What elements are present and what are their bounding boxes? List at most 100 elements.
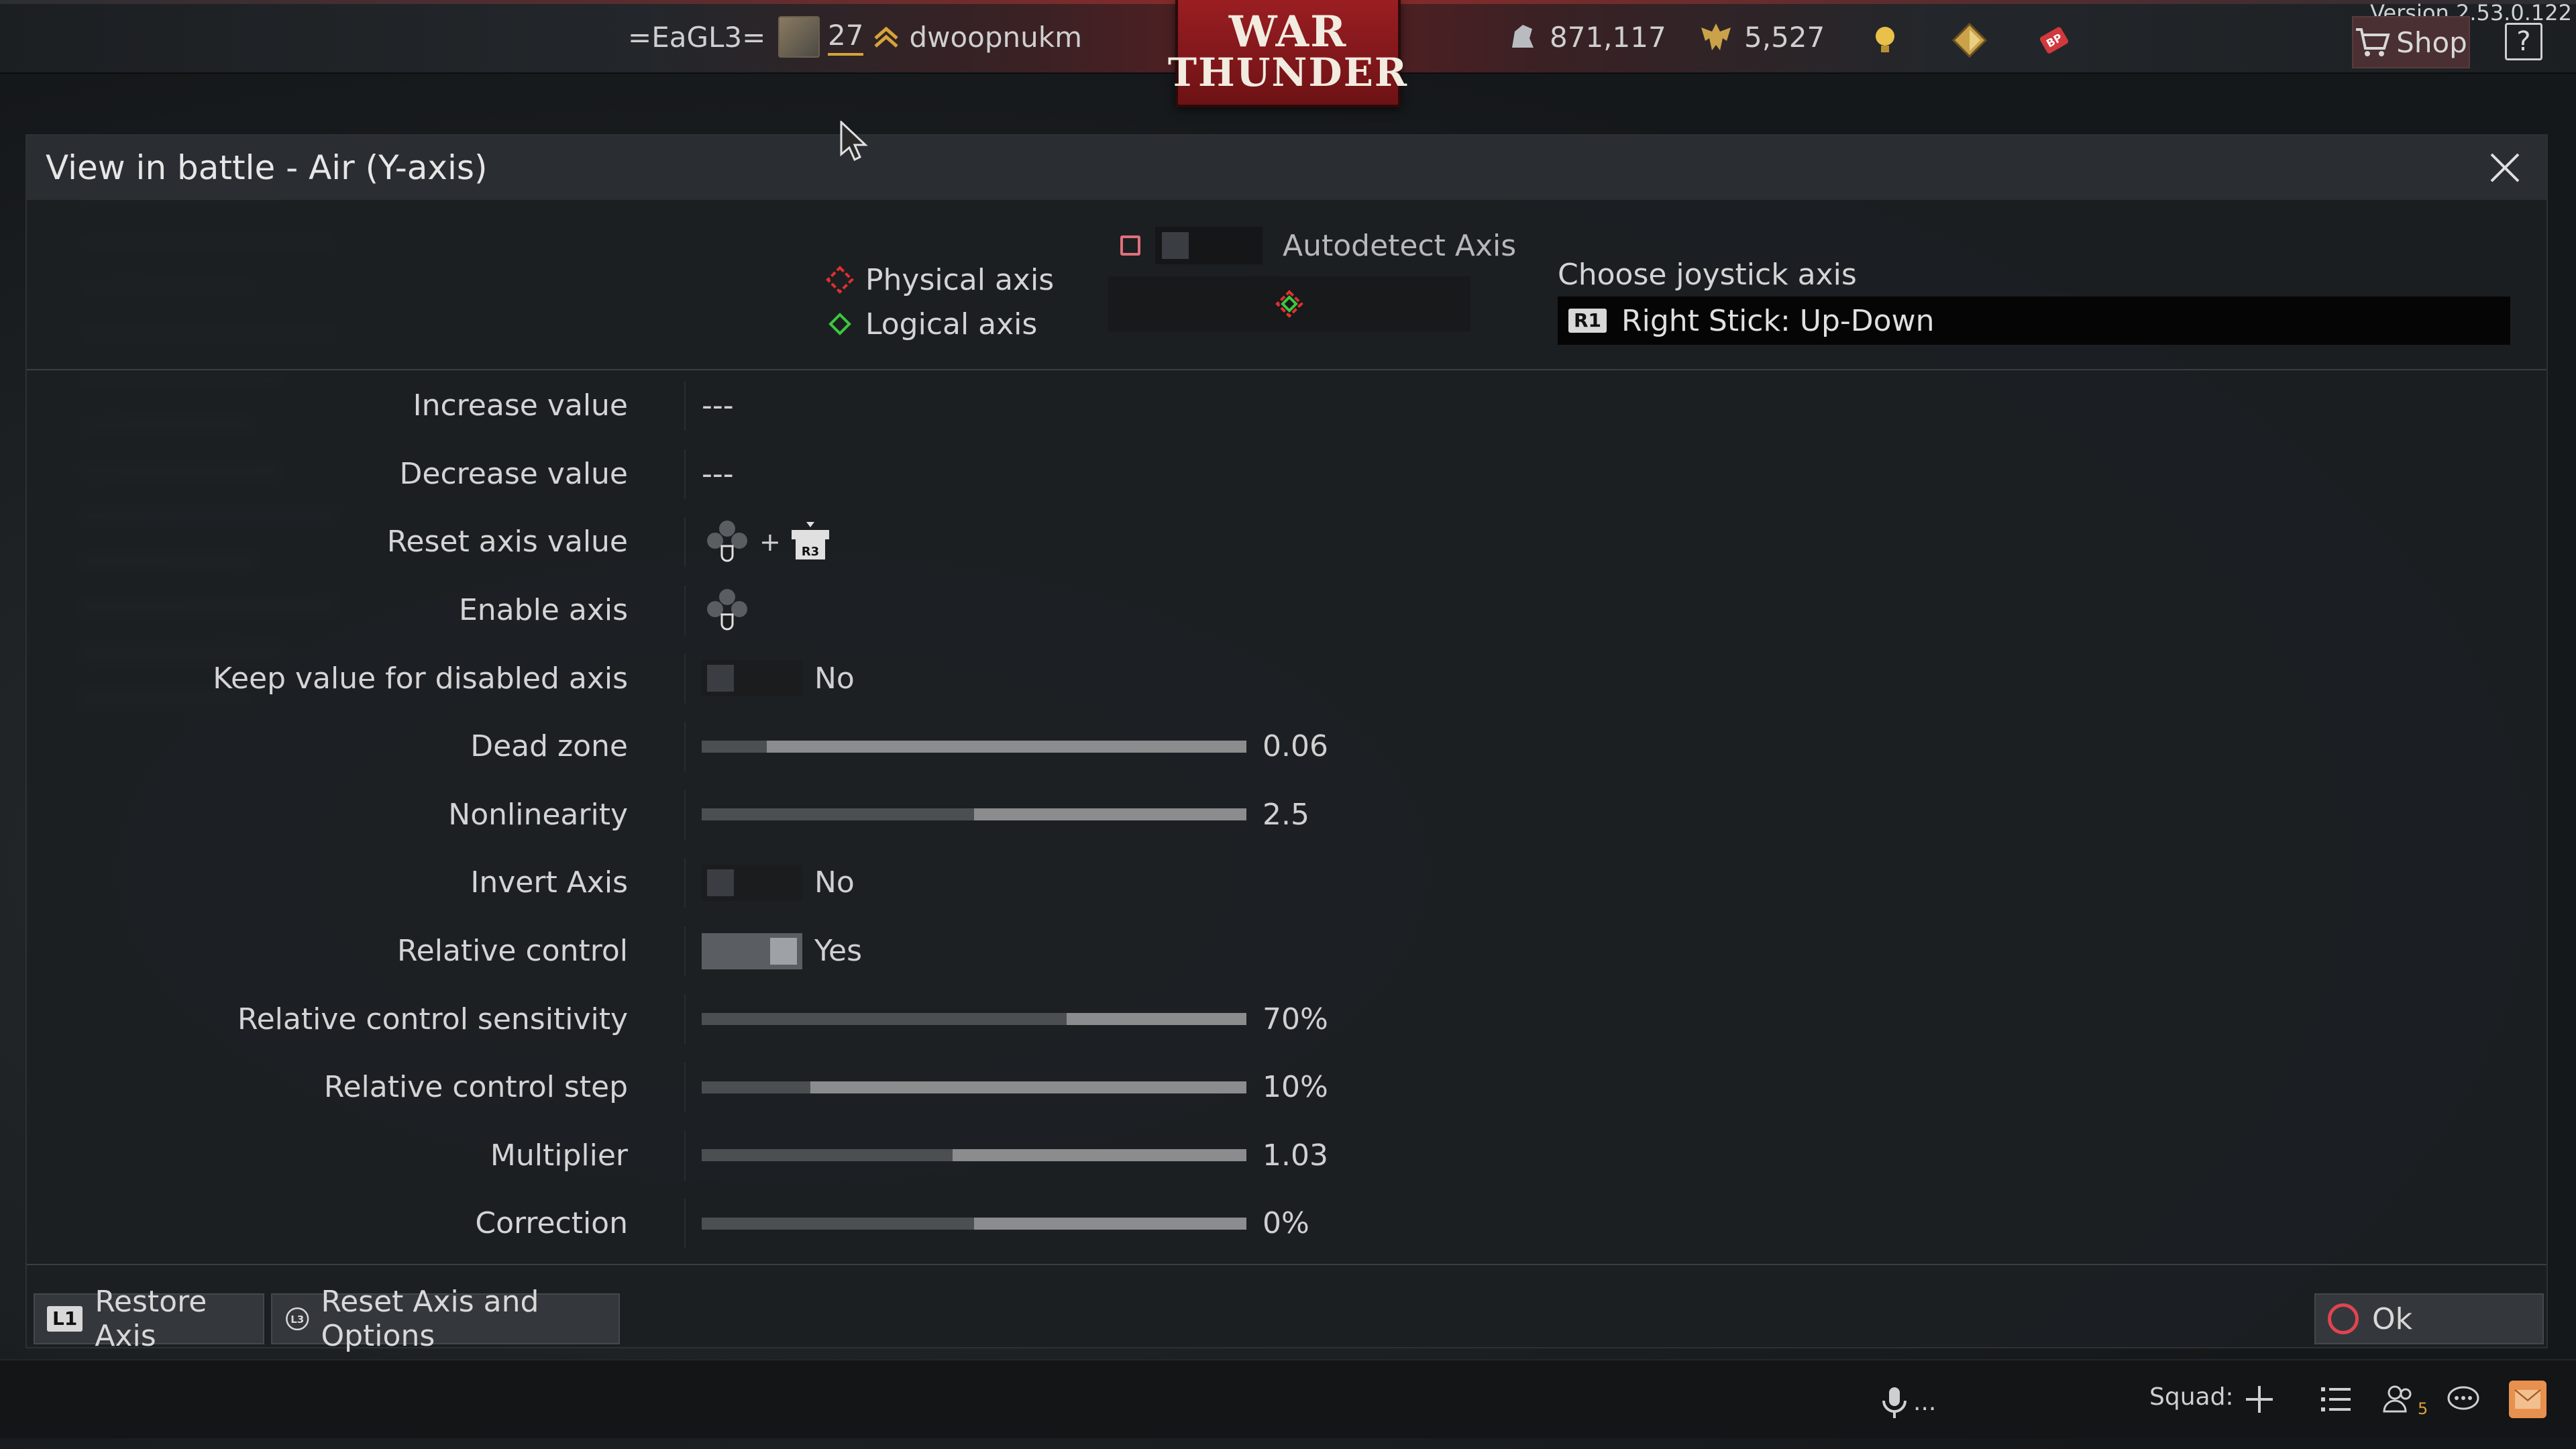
chat-icon[interactable] [2445,1381,2482,1418]
silver-lions-icon [1512,25,1534,48]
mouse-cursor-icon [840,121,868,162]
ok-label: Ok [2372,1301,2413,1336]
reset-axis-options-button[interactable]: L3 Reset Axis and Options [271,1285,620,1353]
setting-invert-axis[interactable]: Invert Axis No [27,849,2546,917]
setting-value: 2.5 [1263,797,1309,832]
setting-label: Decrease value [399,456,628,491]
legend-logical-axis: Logical axis [825,302,1054,346]
add-squad-icon[interactable] [2241,1381,2278,1418]
invert-axis-toggle[interactable] [702,864,802,901]
legend-physical-axis: Physical axis [825,258,1054,302]
setting-control: 1.03 [702,1122,1328,1190]
multiplier-slider[interactable] [702,1149,1246,1162]
setting-keep-value-disabled[interactable]: Keep value for disabled axis No [27,644,2546,712]
help-icon[interactable]: ? [2505,23,2542,60]
squad: Squad: [2149,1383,2234,1411]
setting-control: No [702,644,855,712]
friends[interactable]: 5 [2380,1381,2428,1418]
r3-label: R3 [802,545,819,559]
reset-axis-options-label: Reset Axis and Options [321,1285,539,1353]
dpad-down-icon [707,588,747,630]
setting-binding [702,576,753,645]
ok-button[interactable]: Ok [2314,1293,2544,1344]
physical-axis-label: Physical axis [865,262,1055,297]
relative-control-toggle[interactable] [702,932,802,969]
logo-line-1: WAR [1228,7,1348,57]
voice-chat[interactable]: ... [1876,1383,1936,1421]
r1-button-icon: R1 [1568,309,1607,333]
step-slider[interactable] [702,1081,1246,1093]
golden-eagles-icon [1701,23,1731,50]
autodetect-axis[interactable]: Autodetect Axis [1120,227,1516,264]
restore-axis-button[interactable]: L1 Restore Axis [34,1285,264,1353]
axis-settings-dialog: View in battle - Air (Y-axis) Physical a… [25,134,2548,1353]
setting-label: Invert Axis [470,865,628,900]
setting-enable-axis[interactable]: Enable axis [27,576,2546,645]
close-icon[interactable] [2487,150,2522,185]
row-divider [684,994,686,1044]
player-profile[interactable]: 27 dwoopnukm [778,16,1082,58]
shop-label: Shop [2396,25,2467,59]
war-thunder-logo[interactable]: WAR THUNDER [1168,0,1407,107]
setting-label: Relative control sensitivity [237,1002,628,1036]
battle-pass-icon[interactable]: BP [2035,21,2073,59]
setting-control: No [702,849,855,917]
setting-label: Enable axis [458,593,628,628]
setting-dead-zone[interactable]: Dead zone 0.06 [27,712,2546,781]
logical-axis-label: Logical axis [865,307,1038,341]
setting-relative-control-step[interactable]: Relative control step 10% [27,1053,2546,1122]
mail-icon[interactable] [2509,1381,2546,1418]
premium-diamond-icon[interactable] [1951,21,1988,59]
golden-eagles-balance[interactable]: 5,527 [1697,20,1825,54]
setting-relative-control[interactable]: Relative control Yes [27,917,2546,985]
joystick-axis-select[interactable]: R1 Right Stick: Up-Down [1558,297,2510,345]
row-divider [684,585,686,635]
setting-value: 0% [1263,1206,1309,1241]
axis-position-icon [1275,290,1303,318]
l3-label: L3 [290,1313,304,1326]
setting-relative-control-sensitivity[interactable]: Relative control sensitivity 70% [27,985,2546,1053]
setting-decrease-value[interactable]: Decrease value --- [27,440,2546,508]
list-icon[interactable] [2317,1381,2355,1418]
setting-label: Increase value [413,388,628,423]
setting-control: 2.5 [702,781,1309,849]
setting-label: Dead zone [470,729,628,764]
setting-correction[interactable]: Correction 0% [27,1189,2546,1258]
restore-axis-label: Restore Axis [95,1285,207,1353]
sensitivity-slider[interactable] [702,1013,1246,1026]
keep-value-toggle[interactable] [702,660,802,697]
setting-label: Nonlinearity [448,797,628,832]
shop-button[interactable]: Shop [2352,16,2470,68]
microphone-icon [1882,1387,1907,1418]
dpad-down-icon [707,520,747,562]
autodetect-checkbox[interactable] [1120,235,1140,256]
autodetect-toggle[interactable] [1155,227,1263,264]
player-name: dwoopnukm [909,20,1082,54]
squad-label: Squad: [2149,1383,2234,1411]
axis-indicator [1108,276,1470,331]
row-divider [684,1130,686,1181]
avatar-icon [778,16,820,58]
settings-list: Increase value --- Decrease value --- Re… [27,372,2546,1258]
circle-button-icon [2328,1303,2359,1334]
setting-nonlinearity[interactable]: Nonlinearity 2.5 [27,781,2546,849]
setting-reset-axis-value[interactable]: Reset axis value + R3 [27,508,2546,576]
nonlinearity-slider[interactable] [702,808,1246,821]
correction-slider[interactable] [702,1217,1246,1230]
dead-zone-slider[interactable] [702,740,1246,753]
l3-button-icon: L3 [286,1307,309,1331]
silver-lions-balance[interactable]: 871,117 [1503,20,1666,54]
setting-control: 10% [702,1053,1328,1122]
row-divider [684,449,686,499]
setting-increase-value[interactable]: Increase value --- [27,372,2546,440]
setting-multiplier[interactable]: Multiplier 1.03 [27,1122,2546,1190]
row-divider [684,1199,686,1249]
lightbulb-icon[interactable] [1866,21,1904,59]
joystick-axis-label: Choose joystick axis [1558,258,1857,292]
clan-tag[interactable]: =EaGL3= [628,20,765,54]
voice-status: ... [1913,1388,1937,1416]
friends-count: 5 [2418,1399,2428,1418]
logo-line-2: THUNDER [1167,50,1409,95]
setting-label: Multiplier [490,1138,628,1173]
setting-value: 10% [1263,1070,1328,1105]
